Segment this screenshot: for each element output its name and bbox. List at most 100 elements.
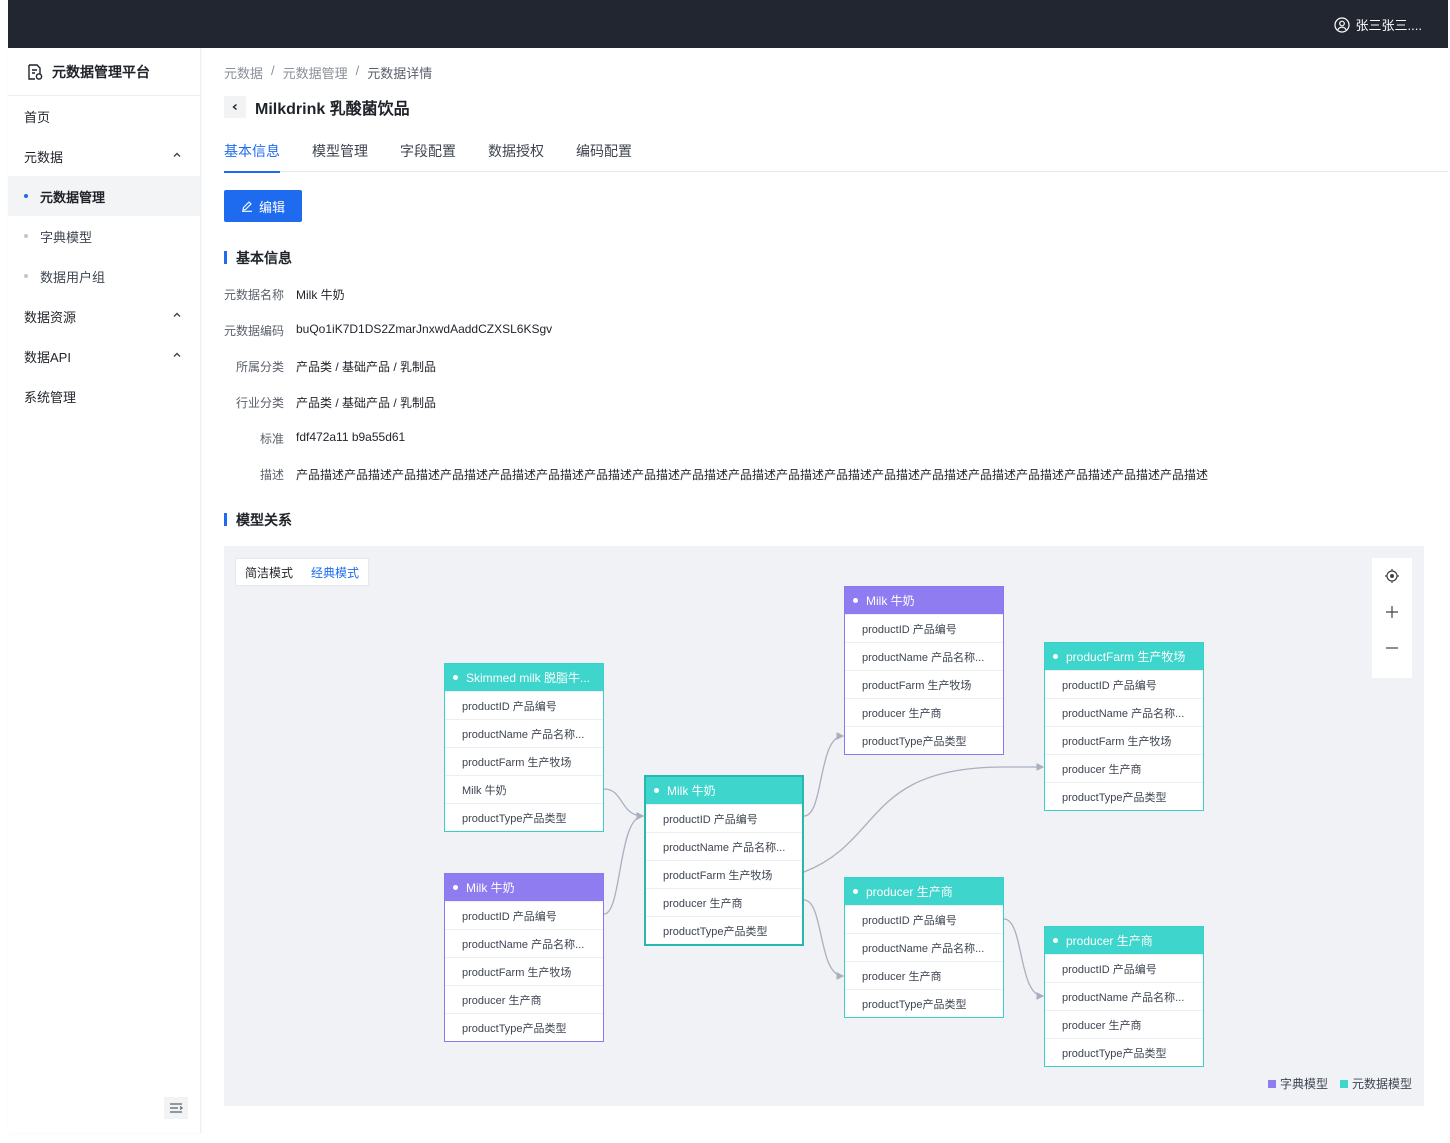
sidebar: 元数据管理平台 首页 元数据 元数据管理 字典模型 数据用户组 数据资源 数据A… bbox=[8, 48, 201, 1133]
model-field: productType产品类型 bbox=[445, 803, 603, 831]
model-field: productName 产品名称... bbox=[646, 832, 802, 860]
chevron-up-icon bbox=[173, 312, 181, 317]
model-field: productName 产品名称... bbox=[845, 933, 1003, 961]
tab-model-management[interactable]: 模型管理 bbox=[312, 141, 368, 172]
info-row-category: 所属分类 产品类 / 基础产品 / 乳制品 bbox=[224, 358, 436, 375]
locate-button[interactable] bbox=[1372, 558, 1412, 594]
info-row-name: 元数据名称 Milk 牛奶 bbox=[224, 286, 345, 303]
model-node-title: producer 生产商 bbox=[1066, 934, 1153, 948]
zoom-in-button[interactable] bbox=[1372, 594, 1412, 630]
model-node[interactable]: producer 生产商 productID 产品编号 productName … bbox=[1044, 926, 1204, 1067]
model-relation-section-title: 模型关系 bbox=[224, 510, 292, 530]
brand-name: 元数据管理平台 bbox=[52, 63, 150, 80]
sidebar-item-label: 数据用户组 bbox=[40, 269, 106, 285]
tab-data-authorization[interactable]: 数据授权 bbox=[488, 141, 544, 172]
breadcrumb-item[interactable]: 元数据 bbox=[224, 63, 263, 82]
node-dot-icon bbox=[453, 885, 458, 890]
model-field: productID 产品编号 bbox=[1045, 670, 1203, 698]
back-button[interactable] bbox=[224, 96, 246, 118]
tab-basic-info[interactable]: 基本信息 bbox=[224, 141, 280, 173]
tab-bar: 基本信息 模型管理 字段配置 数据授权 编码配置 bbox=[224, 141, 1448, 173]
mode-simple-button[interactable]: 简洁模式 bbox=[236, 564, 302, 581]
model-field: productName 产品名称... bbox=[845, 642, 1003, 670]
sidebar-item-system-management[interactable]: 系统管理 bbox=[8, 376, 200, 416]
user-name: 张三张三.... bbox=[1355, 18, 1422, 33]
model-field: productID 产品编号 bbox=[646, 804, 802, 832]
info-label: 行业分类 bbox=[235, 396, 284, 410]
model-field: producer 生产商 bbox=[646, 888, 802, 916]
legend-swatch bbox=[1339, 1080, 1348, 1088]
model-field: producer 生产商 bbox=[1045, 754, 1203, 782]
model-field: productID 产品编号 bbox=[845, 614, 1003, 642]
model-node-header: producer 生产商 bbox=[845, 878, 1003, 905]
legend-item-dict: 字典模型 bbox=[1267, 1075, 1328, 1092]
sidebar-item-dictionary-model[interactable]: 字典模型 bbox=[8, 216, 200, 256]
plus-icon bbox=[1386, 606, 1398, 618]
main-content: 元数据 / 元数据管理 / 元数据详情 Milkdrink 乳酸菌饮品 基本信息… bbox=[201, 48, 1448, 1143]
minus-icon bbox=[1386, 647, 1398, 649]
sidebar-item-data-api[interactable]: 数据API bbox=[8, 336, 200, 376]
model-node[interactable]: Milk 牛奶 productID 产品编号 productName 产品名称.… bbox=[444, 873, 604, 1042]
breadcrumb-item[interactable]: 元数据管理 bbox=[283, 63, 348, 82]
model-node-header: productFarm 生产牧场 bbox=[1045, 643, 1203, 670]
mode-classic-button[interactable]: 经典模式 bbox=[302, 564, 368, 581]
title-row: Milkdrink 乳酸菌饮品 bbox=[224, 95, 410, 119]
model-node[interactable]: Skimmed milk 脱脂牛... productID 产品编号 produ… bbox=[444, 663, 604, 832]
info-value: 产品描述产品描述产品描述产品描述产品描述产品描述产品描述产品描述产品描述产品描述… bbox=[296, 468, 1209, 482]
locate-icon bbox=[1385, 569, 1399, 583]
model-node-title: Milk 牛奶 bbox=[466, 881, 515, 895]
model-field: productFarm 生产牧场 bbox=[1045, 726, 1203, 754]
model-node-header: Milk 牛奶 bbox=[845, 587, 1003, 614]
edit-button[interactable]: 编辑 bbox=[224, 190, 302, 222]
info-label: 所属分类 bbox=[235, 360, 284, 374]
model-node-selected[interactable]: Milk 牛奶 productID 产品编号 productName 产品名称.… bbox=[644, 775, 804, 946]
sidebar-item-metadata[interactable]: 元数据 bbox=[8, 136, 200, 176]
model-field: productFarm 生产牧场 bbox=[646, 860, 802, 888]
info-label: 描述 bbox=[259, 468, 284, 482]
zoom-out-button[interactable] bbox=[1372, 630, 1412, 666]
sidebar-item-label: 数据API bbox=[24, 349, 71, 365]
model-field: productName 产品名称... bbox=[1045, 982, 1203, 1010]
model-node-header: Skimmed milk 脱脂牛... bbox=[445, 664, 603, 691]
info-value: fdf472a11 b9a55d61 bbox=[296, 430, 406, 444]
sidebar-collapse-button[interactable] bbox=[164, 1097, 188, 1119]
model-node[interactable]: productFarm 生产牧场 productID 产品编号 productN… bbox=[1044, 642, 1204, 811]
sidebar-item-home[interactable]: 首页 bbox=[8, 96, 200, 136]
chevron-up-icon bbox=[173, 352, 181, 357]
model-field: producer 生产商 bbox=[845, 698, 1003, 726]
relation-edge bbox=[803, 763, 1045, 873]
model-field: productType产品类型 bbox=[845, 989, 1003, 1017]
sidebar-item-data-user-group[interactable]: 数据用户组 bbox=[8, 256, 200, 296]
breadcrumb-separator: / bbox=[271, 63, 275, 78]
user-avatar-icon bbox=[1333, 16, 1350, 33]
model-node-header: Milk 牛奶 bbox=[646, 777, 802, 804]
sidebar-item-data-resources[interactable]: 数据资源 bbox=[8, 296, 200, 336]
model-field: producer 生产商 bbox=[445, 985, 603, 1013]
user-menu[interactable]: 张三张三.... bbox=[1333, 15, 1422, 34]
breadcrumb-separator: / bbox=[355, 63, 360, 78]
model-field: productID 产品编号 bbox=[445, 901, 603, 929]
model-node[interactable]: producer 生产商 productID 产品编号 productName … bbox=[844, 877, 1004, 1018]
page-title: Milkdrink 乳酸菌饮品 bbox=[255, 101, 410, 118]
sidebar-item-label: 首页 bbox=[24, 109, 51, 125]
view-mode-toggle: 简洁模式 经典模式 bbox=[235, 558, 370, 586]
graph-legend: 字典模型 元数据模型 bbox=[1267, 1075, 1412, 1092]
model-field: productFarm 生产牧场 bbox=[845, 670, 1003, 698]
relation-edge bbox=[1003, 918, 1045, 1000]
model-node[interactable]: Milk 牛奶 productID 产品编号 productName 产品名称.… bbox=[844, 586, 1004, 755]
model-field: productName 产品名称... bbox=[445, 929, 603, 957]
model-node-title: Milk 牛奶 bbox=[667, 784, 716, 798]
model-relation-graph[interactable]: 简洁模式 经典模式 Skimmed milk 脱脂牛... productID … bbox=[224, 546, 1424, 1106]
sidebar-item-label: 元数据管理 bbox=[40, 189, 106, 205]
platform-logo-icon bbox=[28, 63, 43, 80]
model-field: productFarm 生产牧场 bbox=[445, 957, 603, 985]
node-dot-icon bbox=[654, 788, 659, 793]
model-node-title: producer 生产商 bbox=[866, 885, 953, 899]
tab-encoding-config[interactable]: 编码配置 bbox=[576, 141, 632, 172]
legend-item-meta: 元数据模型 bbox=[1339, 1075, 1412, 1092]
sidebar-nav: 首页 元数据 元数据管理 字典模型 数据用户组 数据资源 数据API 系统管理 bbox=[8, 96, 200, 416]
breadcrumb: 元数据 / 元数据管理 / 元数据详情 bbox=[224, 63, 432, 82]
tab-field-config[interactable]: 字段配置 bbox=[400, 141, 456, 172]
sidebar-item-metadata-management[interactable]: 元数据管理 bbox=[8, 176, 200, 216]
model-field: productName 产品名称... bbox=[445, 719, 603, 747]
